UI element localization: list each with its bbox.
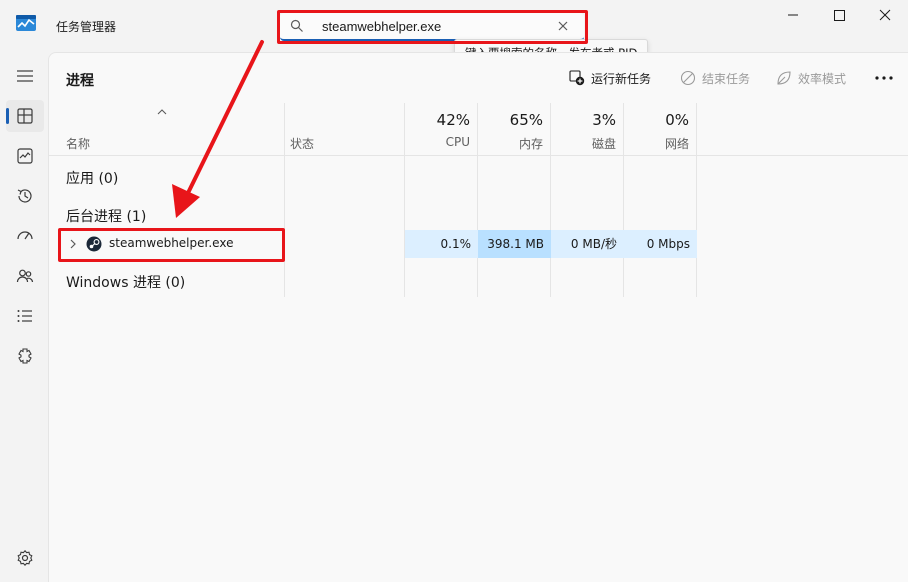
process-memory: 398.1 MB — [478, 230, 551, 258]
steam-icon — [86, 236, 102, 252]
header-divider — [49, 155, 908, 156]
search-input[interactable] — [322, 16, 542, 36]
table-row[interactable]: steamwebhelper.exe 0.1% 398.1 MB 0 MB/秒 … — [57, 230, 907, 258]
cpu-total-percent: 42% — [436, 111, 470, 129]
run-new-task-label: 运行新任务 — [591, 72, 652, 86]
page-title: 进程 — [66, 73, 94, 89]
expand-chevron-icon[interactable] — [69, 239, 77, 249]
maximize-button[interactable] — [816, 0, 862, 32]
column-divider — [477, 103, 478, 297]
memory-total-percent: 65% — [509, 111, 543, 129]
nav-users[interactable] — [6, 260, 44, 292]
performance-icon — [17, 148, 33, 164]
navigation-sidebar — [0, 52, 48, 582]
task-manager-app-icon — [16, 15, 36, 31]
process-name: steamwebhelper.exe — [109, 236, 234, 250]
menu-icon — [17, 70, 33, 82]
nav-details[interactable] — [6, 300, 44, 332]
column-header-status[interactable]: 状态 — [290, 135, 314, 152]
column-divider — [404, 103, 405, 297]
column-divider — [623, 103, 624, 297]
startup-apps-icon — [17, 231, 33, 240]
processes-icon — [17, 108, 33, 124]
search-icon — [290, 19, 303, 32]
group-header-background: 后台进程 (1) — [66, 209, 147, 225]
nav-startup-apps[interactable] — [6, 220, 44, 252]
run-new-task-icon — [569, 70, 585, 86]
disk-total-percent: 3% — [592, 111, 616, 129]
clear-search-icon[interactable] — [556, 19, 570, 33]
nav-performance[interactable] — [6, 140, 44, 172]
title-bar: 任务管理器 键入要搜索的名称、发布者或 PID — [0, 0, 908, 68]
column-header-network[interactable]: 网络 — [623, 135, 689, 152]
services-icon — [18, 348, 32, 364]
window-title: 任务管理器 — [56, 20, 117, 34]
active-indicator — [6, 108, 9, 124]
process-disk: 0 MB/秒 — [551, 230, 624, 258]
nav-app-history[interactable] — [6, 180, 44, 212]
column-header-name[interactable]: 名称 — [66, 135, 90, 152]
column-divider — [284, 103, 285, 297]
group-header-windows: Windows 进程 (0) — [66, 275, 186, 291]
details-icon — [17, 310, 32, 322]
users-icon — [16, 269, 34, 283]
more-options-icon[interactable] — [873, 70, 895, 86]
process-cpu: 0.1% — [405, 230, 478, 258]
nav-services[interactable] — [6, 340, 44, 372]
main-panel: 进程 运行新任务 结束任务 效率模式 名称 状态 42% CPU 65% 内存 … — [48, 52, 908, 582]
group-header-apps: 应用 (0) — [66, 171, 119, 187]
nav-settings[interactable] — [6, 542, 44, 574]
efficiency-mode-icon — [777, 71, 791, 85]
search-box[interactable] — [280, 13, 584, 41]
column-divider — [696, 103, 697, 297]
column-header-cpu[interactable]: CPU — [404, 135, 470, 149]
column-header-disk[interactable]: 磁盘 — [550, 135, 616, 152]
close-button[interactable] — [862, 0, 908, 32]
nav-processes[interactable] — [6, 100, 44, 132]
minimize-button[interactable] — [770, 0, 816, 32]
settings-icon — [17, 549, 33, 567]
column-header-memory[interactable]: 内存 — [477, 135, 543, 152]
column-divider — [550, 103, 551, 297]
end-task-icon — [680, 70, 696, 86]
network-total-percent: 0% — [665, 111, 689, 129]
efficiency-mode-label: 效率模式 — [798, 72, 847, 86]
process-network: 0 Mbps — [624, 230, 697, 258]
sort-ascending-icon[interactable] — [156, 108, 168, 116]
app-history-icon — [17, 189, 32, 203]
menu-toggle-button[interactable] — [6, 60, 44, 92]
end-task-label: 结束任务 — [702, 72, 751, 86]
